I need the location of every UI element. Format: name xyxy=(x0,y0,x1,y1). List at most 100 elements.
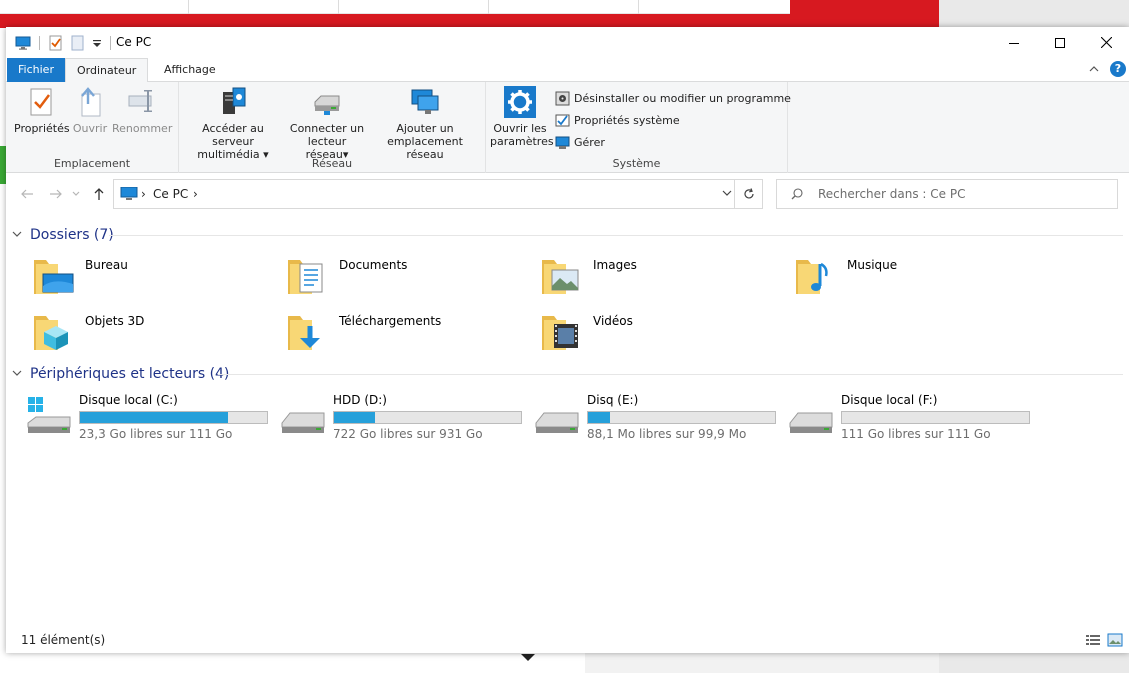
drives-section-divider xyxy=(218,374,1123,375)
drive-usage-fill xyxy=(334,412,376,423)
drive-item-d[interactable]: HDD (D:) 722 Go libres sur 931 Go xyxy=(280,393,530,441)
breadcrumb-this-pc[interactable]: Ce PC xyxy=(153,187,188,201)
up-button[interactable] xyxy=(90,185,108,203)
drive-item-f[interactable]: Disque local (F:) 111 Go libres sur 111 … xyxy=(788,393,1038,441)
drive-item-e[interactable]: Disq (E:) 88,1 Mo libres sur 99,9 Mo xyxy=(534,393,784,441)
manage-label: Gérer xyxy=(574,135,605,149)
group-network-label: Réseau xyxy=(311,157,353,170)
media-server-label-line1: Accéder au serveur xyxy=(202,122,264,148)
drive-free-space: 111 Go libres sur 111 Go xyxy=(841,427,991,441)
open-label: Ouvrir xyxy=(72,122,108,135)
downloads-folder-icon xyxy=(286,310,330,354)
tab-view[interactable]: Affichage xyxy=(153,58,227,82)
folder-item-desktop[interactable]: Bureau xyxy=(32,254,272,302)
open-button[interactable]: Ouvrir xyxy=(70,86,110,135)
back-button[interactable] xyxy=(18,185,36,203)
drive-free-space: 23,3 Go libres sur 111 Go xyxy=(79,427,233,441)
recent-locations-button[interactable] xyxy=(70,185,82,203)
refresh-button[interactable] xyxy=(734,180,762,208)
drive-usage-fill xyxy=(588,412,611,423)
recent-chevron-icon xyxy=(72,191,80,196)
ribbon-tabs: Fichier Ordinateur Affichage xyxy=(6,58,1129,83)
rename-button[interactable]: Renommer xyxy=(112,86,172,135)
drive-usage-bar xyxy=(333,411,522,424)
minimize-button[interactable] xyxy=(991,27,1037,58)
breadcrumb-chevron-icon[interactable]: › xyxy=(193,187,198,201)
pictures-folder-icon xyxy=(540,254,584,298)
open-settings-label-line2: paramètres xyxy=(490,135,554,148)
background-bottom-panel xyxy=(585,653,939,673)
hard-drive-icon xyxy=(788,397,836,437)
manage-button[interactable]: Gérer xyxy=(555,133,605,151)
system-properties-label: Propriétés système xyxy=(574,113,680,127)
music-folder-icon xyxy=(794,254,838,298)
desktop-folder-icon xyxy=(32,254,76,298)
drive-usage-bar xyxy=(841,411,1030,424)
hard-drive-icon xyxy=(280,397,328,437)
folder-item-documents[interactable]: Documents xyxy=(286,254,526,302)
properties-quick-icon[interactable] xyxy=(48,35,64,51)
folder-item-music[interactable]: Musique xyxy=(794,254,1034,302)
properties-icon xyxy=(25,86,57,118)
folder-item-pictures[interactable]: Images xyxy=(540,254,780,302)
folder-name: Musique xyxy=(847,258,898,272)
group-network: Accéder au serveur multimédia ▾ Connecte… xyxy=(179,82,486,173)
search-box[interactable]: Rechercher dans : Ce PC xyxy=(776,179,1118,209)
customize-toolbar-dropdown-icon[interactable] xyxy=(92,35,102,51)
collapse-ribbon-icon[interactable] xyxy=(1087,62,1101,76)
quick-access-toolbar xyxy=(15,35,37,51)
breadcrumb-separator-icon[interactable]: › xyxy=(141,187,146,201)
uninstall-program-button[interactable]: Désinstaller ou modifier un programme xyxy=(555,89,791,107)
background-red-band xyxy=(0,14,790,28)
uninstall-program-label: Désinstaller ou modifier un programme xyxy=(574,91,791,105)
search-placeholder: Rechercher dans : Ce PC xyxy=(818,187,966,201)
drives-section-header[interactable]: Périphériques et lecteurs (4) xyxy=(12,365,229,383)
add-network-location-label-line1: Ajouter un xyxy=(396,122,454,135)
network-location-icon xyxy=(409,86,441,118)
properties-button[interactable]: Propriétés xyxy=(14,86,70,135)
title-bar: Ce PC xyxy=(6,27,1129,58)
map-network-drive-label-line1: Connecter un xyxy=(289,122,365,135)
media-server-button[interactable]: Accéder au serveur multimédia ▾ xyxy=(183,86,283,161)
maximize-button[interactable] xyxy=(1037,27,1083,58)
background-browser-strip xyxy=(0,0,790,14)
help-icon[interactable]: ? xyxy=(1110,61,1126,77)
properties-label: Propriétés xyxy=(14,122,70,135)
address-dropdown-icon[interactable] xyxy=(722,188,732,201)
folder-item-downloads[interactable]: Téléchargements xyxy=(286,310,526,358)
drive-name: Disque local (F:) xyxy=(841,393,938,407)
close-button[interactable] xyxy=(1083,27,1129,58)
system-properties-button[interactable]: Propriétés système xyxy=(555,111,680,129)
details-view-icon[interactable] xyxy=(1085,632,1101,648)
drive-item-c[interactable]: Disque local (C:) 23,3 Go libres sur 111… xyxy=(26,393,276,441)
folder-item-videos[interactable]: Vidéos xyxy=(540,310,780,358)
folders-section-title: Dossiers (7) xyxy=(30,227,114,243)
search-icon xyxy=(791,188,803,200)
window-title: Ce PC xyxy=(116,35,152,49)
add-network-location-button[interactable]: Ajouter un emplacement réseau xyxy=(371,86,479,161)
this-pc-icon xyxy=(15,35,31,51)
forward-button[interactable] xyxy=(47,185,65,203)
forward-arrow-icon xyxy=(50,189,62,199)
tab-computer[interactable]: Ordinateur xyxy=(65,58,149,83)
group-location: Propriétés Ouvrir Renommer Emplacement xyxy=(6,82,179,173)
rename-icon xyxy=(126,86,158,118)
folder-item-3d-objects[interactable]: Objets 3D xyxy=(32,310,272,358)
windows-drive-icon xyxy=(26,397,74,437)
folder-name: Téléchargements xyxy=(339,314,442,328)
new-folder-quick-icon[interactable] xyxy=(70,35,86,51)
address-bar[interactable]: › Ce PC › xyxy=(113,179,763,209)
folders-section-header[interactable]: Dossiers (7) xyxy=(12,226,114,244)
drive-free-space: 88,1 Mo libres sur 99,9 Mo xyxy=(587,427,747,441)
up-arrow-icon xyxy=(94,188,104,200)
large-icons-view-icon[interactable] xyxy=(1107,632,1123,648)
map-network-drive-button[interactable]: Connecter un lecteur réseau▾ xyxy=(285,86,369,161)
open-settings-label-line1: Ouvrir les xyxy=(493,122,547,135)
tab-file[interactable]: Fichier xyxy=(7,58,65,82)
open-settings-button[interactable]: Ouvrir les paramètres xyxy=(490,86,554,148)
this-pc-address-icon xyxy=(120,186,138,201)
background-red-block xyxy=(790,0,939,28)
system-properties-icon xyxy=(555,113,570,128)
folders-section-divider xyxy=(109,235,1123,236)
folder-name: Bureau xyxy=(85,258,128,272)
